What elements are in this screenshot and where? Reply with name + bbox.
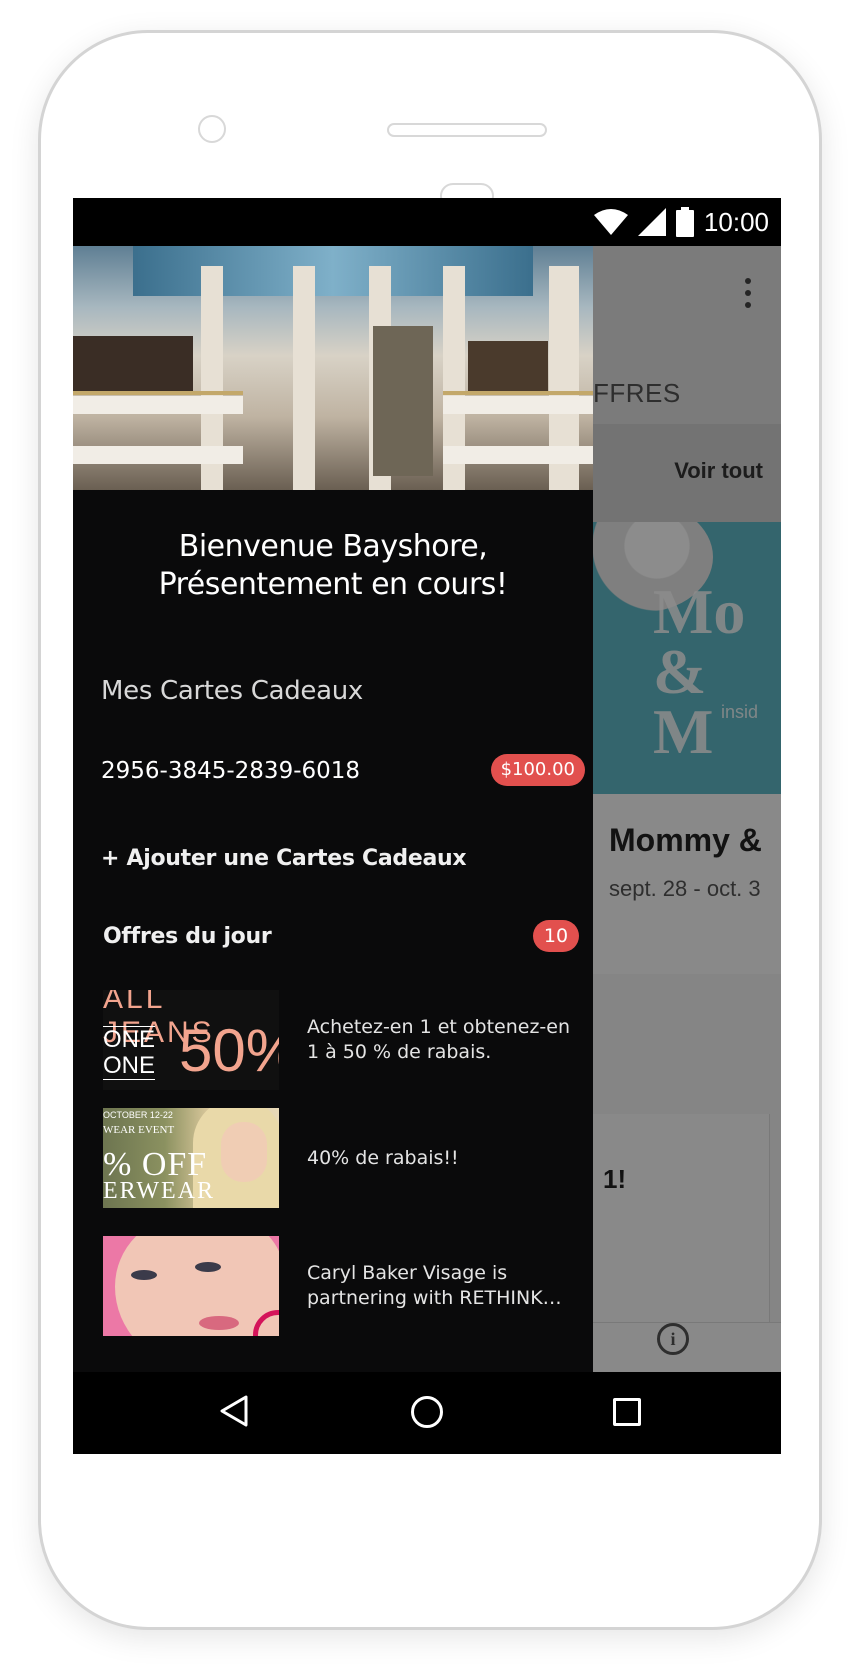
status-bar: 10:00	[73, 198, 781, 246]
thumb-event: WEAR EVENT	[103, 1124, 175, 1136]
offer-description: Achetez-en 1 et obtenez-en 1 à 50 % de r…	[307, 990, 577, 1090]
back-icon[interactable]	[219, 1394, 249, 1428]
earpiece-speaker	[387, 123, 547, 137]
offer-item[interactable]: ALL JEANS ONE ONE 50% Achetez-en 1 et ob…	[103, 990, 581, 1094]
offer-description-text: Achetez-en 1 et obtenez-en 1 à 50 % de r…	[307, 1016, 571, 1063]
thumb-subline: ERWEAR	[103, 1178, 215, 1204]
thumb-line-2: ONE	[103, 1052, 156, 1079]
welcome-message: Bienvenue Bayshore, Présentement en cour…	[73, 528, 593, 604]
daily-deals-item[interactable]: Offres du jour 10	[103, 918, 579, 954]
welcome-line-1: Bienvenue Bayshore,	[178, 529, 488, 564]
mall-header-image	[73, 246, 593, 490]
thumb-one-one: ONE ONE	[103, 1026, 156, 1080]
offer-description: Caryl Baker Visage is partnering with RE…	[307, 1236, 577, 1336]
add-gift-card-button[interactable]: + Ajouter une Cartes Cadeaux	[101, 846, 467, 871]
thumb-date: OCTOBER 12-22	[103, 1110, 173, 1120]
battery-icon	[675, 207, 694, 237]
recents-icon[interactable]	[613, 1398, 641, 1426]
gift-card-item[interactable]: 2956-3845-2839-6018 $100.00	[101, 754, 585, 790]
gift-cards-title: Mes Cartes Cadeaux	[101, 676, 364, 706]
thumb-headline: % OFF	[103, 1146, 208, 1183]
home-icon[interactable]	[411, 1396, 443, 1428]
front-camera	[198, 115, 226, 143]
gift-card-balance-badge: $100.00	[490, 754, 585, 786]
offer-item[interactable]: Caryl Baker Visage is partnering with RE…	[103, 1236, 581, 1340]
welcome-line-2: Présentement en cours!	[158, 567, 508, 602]
offer-thumbnail: OCTOBER 12-22 WEAR EVENT % OFF ERWEAR	[103, 1108, 279, 1208]
offer-thumbnail: ALL JEANS ONE ONE 50%	[103, 990, 279, 1090]
signal-icon	[637, 208, 666, 236]
daily-deals-label: Offres du jour	[103, 924, 272, 949]
offer-description-text: 40% de rabais!!	[307, 1146, 459, 1169]
thumb-line-1: ONE	[103, 1026, 156, 1053]
navigation-drawer: Bienvenue Bayshore, Présentement en cour…	[73, 246, 593, 1372]
wifi-icon	[593, 209, 628, 235]
status-time: 10:00	[703, 206, 769, 237]
offer-description: 40% de rabais!!	[307, 1108, 577, 1208]
gift-card-number: 2956-3845-2839-6018	[101, 758, 361, 784]
thumb-percent: 50%	[179, 1017, 279, 1084]
offer-thumbnail	[103, 1236, 279, 1336]
system-nav-bar	[73, 1372, 781, 1454]
daily-deals-count-badge: 10	[533, 920, 579, 952]
offer-description-text: Caryl Baker Visage is partnering with RE…	[307, 1262, 543, 1309]
device-screen: 10:00 FFRES Voir tout Mo & M insid Mommy…	[73, 198, 781, 1454]
offer-item[interactable]: OCTOBER 12-22 WEAR EVENT % OFF ERWEAR 40…	[103, 1108, 581, 1212]
